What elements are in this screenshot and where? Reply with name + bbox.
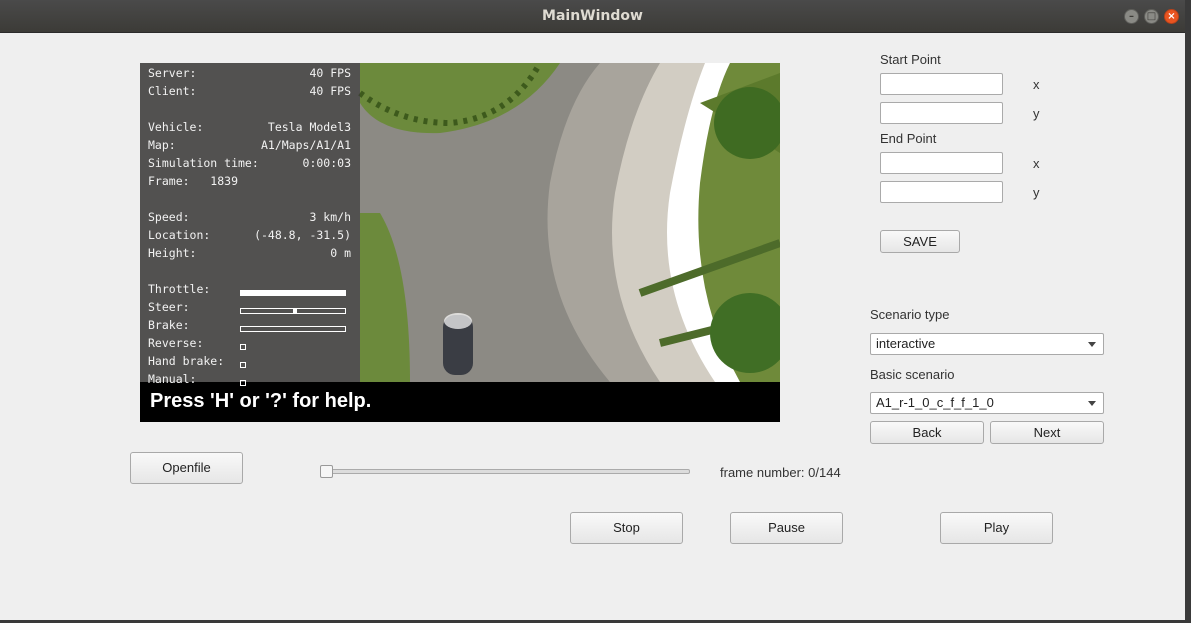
steer-marker [293, 308, 297, 314]
help-hint: Press 'H' or '?' for help. [150, 390, 372, 412]
start-y-label: y [1033, 106, 1040, 121]
play-button[interactable]: Play [940, 512, 1053, 544]
hud-server: Server: 40 FPS [148, 66, 351, 80]
close-icon[interactable]: × [1164, 9, 1179, 24]
hud-map: Map: A1/Maps/A1/A1 [148, 138, 351, 152]
hud-location: Location: (-48.8, -31.5) [148, 228, 351, 242]
start-x-label: x [1033, 77, 1040, 92]
hud-overlay: Server: 40 FPS Client: 40 FPS Vehicle: Tesl… [140, 63, 360, 386]
frame-slider-handle[interactable] [320, 465, 333, 478]
title-bar: MainWindow – □ × [0, 0, 1185, 33]
hud-speed: Speed: 3 km/h [148, 210, 351, 224]
basic-scenario-label: Basic scenario [870, 367, 955, 382]
hud-vehicle: Vehicle: Tesla Model3 [148, 120, 351, 134]
scenario-type-select[interactable]: interactive [870, 333, 1104, 355]
back-button[interactable]: Back [870, 421, 984, 444]
brake-bar [240, 326, 346, 332]
throttle-fill [241, 291, 345, 295]
hud-manual-label: Manual: [148, 372, 197, 386]
start-x-input[interactable] [880, 73, 1003, 95]
hud-reverse-label: Reverse: [148, 336, 204, 350]
scenario-type-value: interactive [876, 336, 936, 351]
basic-scenario-value: A1_r-1_0_c_f_f_1_0 [876, 395, 994, 410]
throttle-bar [240, 290, 346, 296]
frame-number-label: frame number: 0/144 [720, 465, 841, 480]
chevron-down-icon [1088, 342, 1096, 347]
save-button[interactable]: SAVE [880, 230, 960, 253]
end-point-label: End Point [880, 131, 937, 146]
start-y-input[interactable] [880, 102, 1003, 124]
maximize-icon[interactable]: □ [1144, 9, 1159, 24]
hud-height: Height: 0 m [148, 246, 351, 260]
manual-indicator [240, 380, 246, 386]
hud-client: Client: 40 FPS [148, 84, 351, 98]
hud-simulation-time: Simulation time: 0:00:03 [148, 156, 351, 170]
handbrake-indicator [240, 362, 246, 368]
end-x-input[interactable] [880, 152, 1003, 174]
minimize-icon[interactable]: – [1124, 9, 1139, 24]
basic-scenario-select[interactable]: A1_r-1_0_c_f_f_1_0 [870, 392, 1104, 414]
hud-frame: Frame: 1839 [148, 174, 239, 188]
scenario-type-label: Scenario type [870, 307, 950, 322]
hud-handbrake-label: Hand brake: [148, 354, 225, 368]
end-x-label: x [1033, 156, 1040, 171]
window-title: MainWindow [542, 8, 643, 24]
end-y-input[interactable] [880, 181, 1003, 203]
end-y-label: y [1033, 185, 1040, 200]
next-button[interactable]: Next [990, 421, 1104, 444]
frame-slider[interactable] [320, 469, 690, 474]
simulation-view[interactable]: Server: 40 FPS Client: 40 FPS Vehicle: Tesl… [140, 63, 780, 422]
pause-button[interactable]: Pause [730, 512, 843, 544]
main-window: MainWindow – □ × Server: 40 FPS Client: 40 [0, 0, 1185, 620]
openfile-button[interactable]: Openfile [130, 452, 243, 484]
start-point-label: Start Point [880, 52, 941, 67]
steer-bar [240, 308, 346, 314]
reverse-indicator [240, 344, 246, 350]
chevron-down-icon [1088, 401, 1096, 406]
stop-button[interactable]: Stop [570, 512, 683, 544]
